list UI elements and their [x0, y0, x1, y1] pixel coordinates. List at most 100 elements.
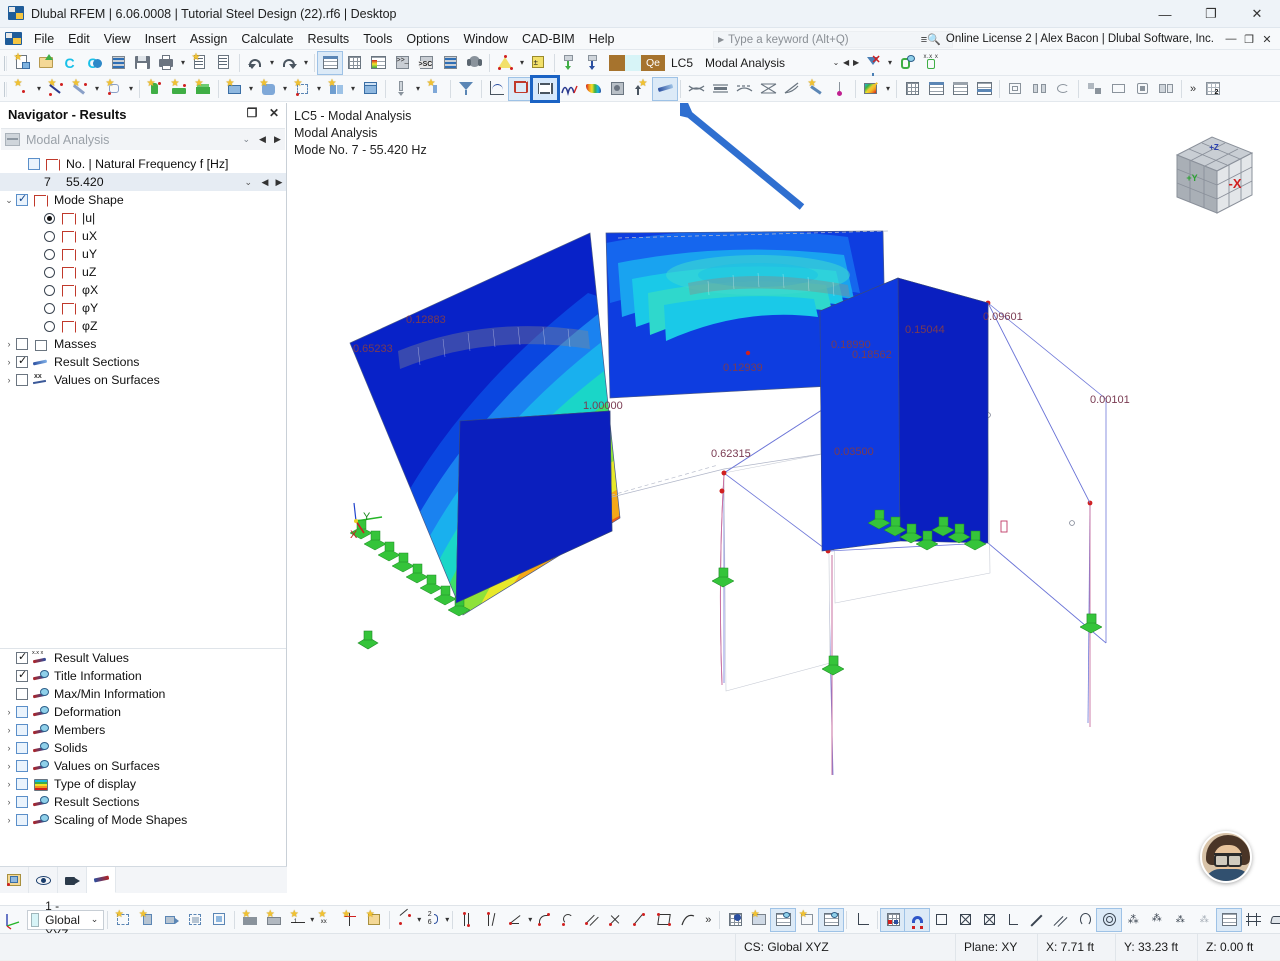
tree-item-deformation[interactable]: › Deformation [0, 703, 286, 721]
load-point-button[interactable] [828, 78, 852, 100]
toolbar-grip[interactable] [2, 53, 8, 73]
circle-snap-button[interactable] [1096, 907, 1123, 932]
render-button[interactable] [859, 78, 883, 100]
new-node-caret[interactable]: ▾ [34, 78, 44, 100]
navigator-loadcase-combo[interactable]: Modal Analysis ⌄ ◀ ▶ [1, 128, 285, 150]
redo-dropdown-caret[interactable]: ▾ [301, 52, 311, 74]
perpendicular-line-button[interactable] [604, 909, 628, 931]
minimize-button[interactable]: — [1142, 0, 1188, 28]
members-checkbox[interactable] [16, 724, 28, 736]
tree-item-phiz[interactable]: φZ [0, 317, 286, 335]
view-zoom-all-button[interactable]: ★ [135, 909, 159, 931]
new-surface-caret[interactable]: ▾ [246, 78, 256, 100]
menu-insert[interactable]: Insert [138, 29, 183, 49]
chevron-right-icon[interactable]: › [2, 815, 16, 825]
new-node-button[interactable]: ★ [10, 78, 34, 100]
navigator-data-button[interactable] [317, 50, 343, 75]
report-button[interactable] [438, 52, 462, 74]
color-spectrum-button[interactable] [581, 78, 605, 100]
arc-snap-button[interactable] [1073, 909, 1097, 931]
tree-item-ux[interactable]: uX [0, 227, 286, 245]
result-sections-display-checkbox[interactable] [16, 796, 28, 808]
menu-assign[interactable]: Assign [183, 29, 235, 49]
member-diagram-4-button[interactable] [756, 78, 780, 100]
spline-button[interactable] [676, 909, 700, 931]
model-viewport[interactable]: LC5 - Modal Analysis Modal Analysis Mode… [288, 103, 1280, 893]
new-member-button[interactable]: ★ [68, 78, 92, 100]
menu-help[interactable]: Help [582, 29, 622, 49]
square-snap-button[interactable] [929, 909, 953, 931]
phix-radio[interactable] [44, 284, 55, 296]
grid-settings-button[interactable]: ★ [747, 909, 771, 931]
point-snap-button[interactable] [393, 908, 417, 931]
extra-tool-2-button[interactable] [1106, 78, 1130, 100]
navigator-restore-button[interactable]: ❐ [244, 106, 260, 120]
chevron-right-icon[interactable]: › [2, 725, 16, 735]
new-line-support-button[interactable]: ★ [167, 78, 191, 100]
navigator-tab-data[interactable] [0, 867, 29, 893]
tree-item-result-sections[interactable]: › Result Sections [0, 353, 286, 371]
frequency-prev-button[interactable]: ◀ [258, 177, 272, 188]
chevron-right-icon[interactable]: › [2, 743, 16, 753]
member-diagram-2-button[interactable] [708, 78, 732, 100]
animation-button[interactable] [530, 74, 560, 103]
intersection-snap-button[interactable] [977, 909, 1001, 931]
angle-line-button[interactable] [480, 909, 504, 931]
dots-snap-button[interactable]: ⁂ [1193, 909, 1217, 931]
filter-dropdown-caret[interactable]: ▾ [885, 52, 895, 74]
new-model-button[interactable]: ★ [10, 52, 34, 74]
new-object-button[interactable]: ★ [324, 78, 348, 100]
extra-tool-4-button[interactable] [1154, 78, 1178, 100]
toolbar-grip-2[interactable] [2, 79, 8, 99]
tree-item-phiy[interactable]: φY [0, 299, 286, 317]
tree-item-solids[interactable]: › Solids [0, 739, 286, 757]
tree-item-result-sections-display[interactable]: › Result Sections [0, 793, 286, 811]
doc-close-button[interactable]: ✕ [1258, 30, 1276, 48]
angle-line-2-button[interactable] [504, 909, 528, 931]
more-tools-button[interactable]: » [1185, 78, 1201, 100]
new-polyline-button[interactable]: ★ [102, 78, 126, 100]
table-button[interactable] [342, 52, 366, 74]
member-diagram-5-button[interactable] [780, 78, 804, 100]
license-info[interactable]: ≡🔍 Online License 2 | Alex Bacon | Dluba… [921, 30, 1214, 48]
doc-restore-button[interactable]: ❐ [1240, 30, 1258, 48]
select-dropdown-caret[interactable]: ▾ [517, 52, 527, 74]
keyword-search-input[interactable]: ▶ Type a keyword (Alt+Q) [713, 31, 953, 48]
clipping-button[interactable]: ★ [362, 909, 386, 931]
undo-dropdown-caret[interactable]: ▾ [267, 52, 277, 74]
polygon-button[interactable] [652, 909, 676, 931]
coordinate-system-button[interactable] [850, 909, 874, 931]
open-model-button[interactable] [34, 52, 58, 74]
navigator-tab-display[interactable] [29, 867, 58, 893]
table-grid-4-button[interactable] [972, 78, 996, 100]
cloud-model-button[interactable]: C [82, 52, 106, 74]
arc2-line-button[interactable] [556, 909, 580, 931]
menu-calculate[interactable]: Calculate [234, 29, 300, 49]
natural-frequency-checkbox[interactable] [28, 158, 40, 170]
lc-dropdown-caret[interactable]: ⌄ [831, 52, 841, 74]
navigator-tab-views[interactable] [58, 867, 87, 893]
view-previous-button[interactable] [183, 909, 207, 931]
new-object-caret[interactable]: ▾ [348, 78, 358, 100]
tree-item-uz[interactable]: uZ [0, 263, 286, 281]
line-snap-button[interactable] [1025, 909, 1049, 931]
grid-spacing-caret[interactable]: ▾ [445, 909, 449, 931]
uz-radio[interactable] [44, 266, 55, 278]
menu-edit[interactable]: Edit [61, 29, 97, 49]
navigator-close-button[interactable]: ✕ [266, 106, 282, 120]
chevron-right-icon[interactable]: › [2, 357, 16, 367]
parallel-snap-button[interactable] [1049, 909, 1073, 931]
table-grid-3-button[interactable] [948, 78, 972, 100]
view-cube[interactable]: -X +Y +Z [1157, 125, 1267, 225]
tree-item-title-information[interactable]: Title Information [0, 667, 286, 685]
surface-results-button[interactable] [508, 76, 534, 101]
visibility-button[interactable] [895, 52, 919, 74]
chevron-right-icon[interactable]: › [2, 779, 16, 789]
navigator-combo-prev[interactable]: ◀ [255, 134, 270, 145]
frequency-next-button[interactable]: ▶ [272, 177, 286, 188]
tree-item-values-on-surfaces-display[interactable]: › Values on Surfaces [0, 757, 286, 775]
mode-shape-checkbox[interactable] [16, 192, 28, 206]
magnet-snap-button[interactable] [904, 907, 931, 932]
menu-window[interactable]: Window [456, 29, 514, 49]
results-filter-button[interactable] [454, 78, 478, 100]
